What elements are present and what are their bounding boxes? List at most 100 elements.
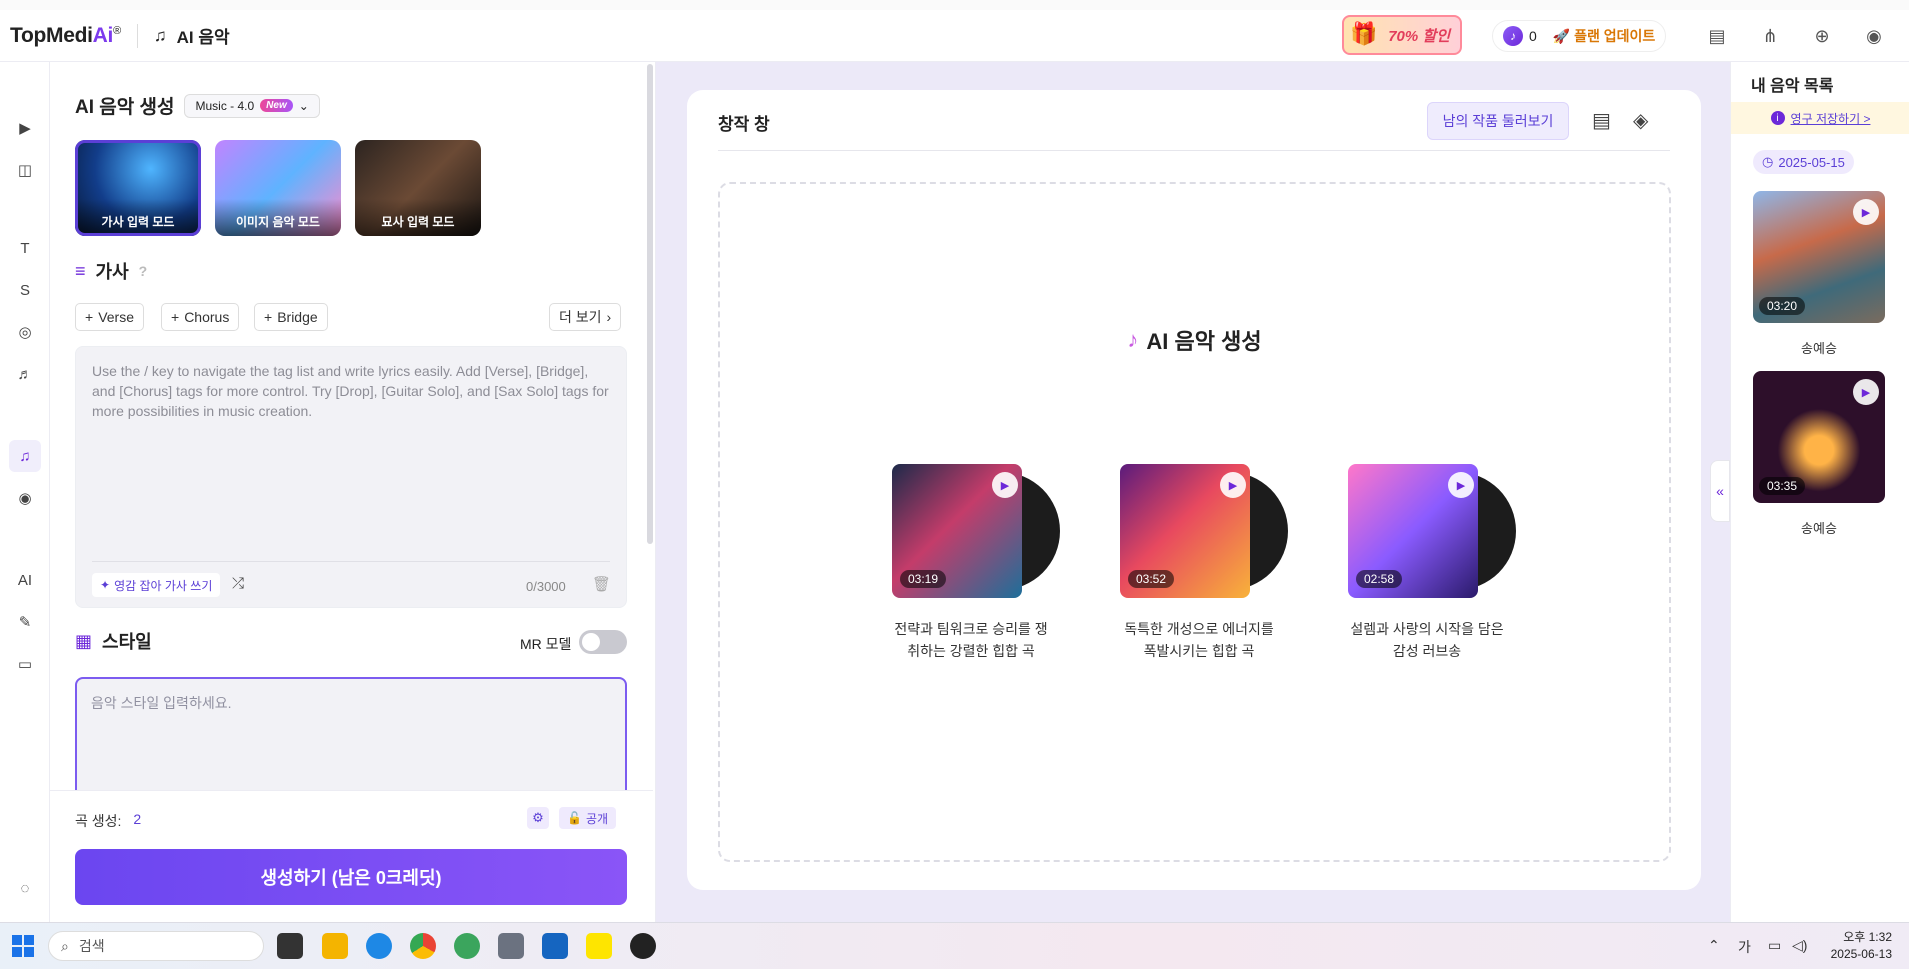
trash-icon[interactable]: 🗑 <box>592 575 611 593</box>
section-header: AI 음악 생성 Music - 4.0 New ⌄ <box>75 92 320 119</box>
ime-indicator[interactable]: 가 <box>1738 937 1751 957</box>
result-placeholder: ♪ AI 음악 생성 ▶ 03:19 전략과 팀워크로 승리를 쟁취하는 강렬한… <box>718 182 1671 862</box>
add-bridge-button[interactable]: + Bridge <box>254 303 328 331</box>
shuffle-icon[interactable]: ⤮ <box>232 575 244 592</box>
hero-label: AI 음악 생성 <box>1146 329 1262 354</box>
video-edit-icon[interactable]: ◫ <box>9 154 41 186</box>
chevron-up-icon[interactable]: ⌃ <box>1708 937 1720 954</box>
model-select[interactable]: Music - 4.0 New ⌄ <box>184 93 320 118</box>
sample-art: ▶ 03:52 <box>1120 464 1288 598</box>
add-verse-button[interactable]: + Verse <box>75 303 144 331</box>
chrome-icon[interactable] <box>410 933 436 959</box>
file-explorer-icon[interactable] <box>322 933 348 959</box>
collapse-panel-button[interactable]: « <box>1710 460 1730 522</box>
text-to-speech-icon[interactable]: T <box>9 232 41 264</box>
network-icon[interactable]: ▭ <box>1768 937 1781 954</box>
style-title: 스타일 <box>102 632 152 652</box>
sample-card[interactable]: ▶ 03:19 전략과 팀워크로 승리를 쟁취하는 강렬한 힙합 곡 <box>892 464 1060 662</box>
lyrics-placeholder: Use the / key to navigate the tag list a… <box>92 363 609 419</box>
creation-card: 창작 창 남의 작품 둘러보기 ▤ ◈ ♪ AI 음악 생성 ▶ 03:19 전… <box>687 90 1701 890</box>
upgrade-plan-button[interactable]: 🚀 플랜 업데이트 <box>1553 26 1656 46</box>
folder-icon[interactable]: ▭ <box>9 648 41 680</box>
track-name: 송예승 <box>1801 521 1837 536</box>
globe-icon[interactable]: ⊕ <box>1810 24 1834 48</box>
media-player-icon[interactable] <box>630 933 656 959</box>
mode-lyrics[interactable]: 가사 입력 모드 <box>75 140 201 236</box>
play-icon[interactable]: ▶ <box>1853 199 1879 225</box>
sample-cover: ▶ 03:19 <box>892 464 1022 598</box>
generate-button[interactable]: 생성하기 (남은 0크레딧) <box>75 849 627 905</box>
info-icon: i <box>1770 111 1785 125</box>
mode-description[interactable]: 묘사 입력 모드 <box>355 140 481 236</box>
edge-icon[interactable] <box>366 933 392 959</box>
mr-model-toggle[interactable] <box>579 630 627 654</box>
audio-icon[interactable]: ◎ <box>9 316 41 348</box>
left-nav-rail: ▶ ◫ T S ◎ ♬ ♫ ◉ AI ✎ ▭ ◌ <box>0 62 50 922</box>
lyrics-header: ≡ 가사 ? <box>75 258 147 284</box>
song-count-label: 곡 생성: <box>75 813 122 829</box>
sample-card[interactable]: ▶ 03:52 독특한 개성으로 에너지를 폭발시키는 힙합 곡 <box>1120 464 1288 662</box>
discount-promo-button[interactable]: 🎁 70% 할인 <box>1342 15 1462 55</box>
discord-icon[interactable]: ◈ <box>1633 108 1648 133</box>
play-icon[interactable]: ▶ <box>1853 379 1879 405</box>
browse-others-button[interactable]: 남의 작품 둘러보기 <box>1427 102 1569 140</box>
chat-icon[interactable]: ◌ <box>9 872 41 904</box>
promo-label: 70% 할인 <box>1388 27 1450 45</box>
taskbar-clock[interactable]: 오후 1:32 2025-06-13 <box>1826 929 1892 963</box>
credits-pill: ♪ 0 🚀 플랜 업데이트 <box>1492 20 1667 52</box>
sample-art: ▶ 02:58 <box>1348 464 1516 598</box>
windows-start-icon[interactable] <box>12 935 34 957</box>
music-icon[interactable]: ♫ <box>9 440 41 472</box>
kakaotalk-icon[interactable] <box>586 933 612 959</box>
brush-icon[interactable]: ✎ <box>9 606 41 638</box>
track-thumbnail[interactable]: ▶ 03:35 <box>1753 371 1885 503</box>
save-permanently-link[interactable]: i 영구 저장하기 > <box>1731 102 1909 134</box>
app-title: ♫ AI 음악 <box>154 23 230 48</box>
duration-badge: 03:19 <box>900 570 947 588</box>
app-title-label: AI 음악 <box>176 28 230 47</box>
public-toggle-button[interactable]: 🔓 공개 <box>559 807 617 829</box>
share-icon[interactable]: ⋔ <box>1758 24 1782 48</box>
help-icon[interactable]: ? <box>139 263 148 279</box>
ai-icon[interactable]: AI <box>9 564 41 596</box>
vocal-icon[interactable]: ♬ <box>9 358 41 390</box>
app-logo[interactable]: TopMediAi® <box>10 24 121 48</box>
track-thumbnail[interactable]: ▶ 03:20 <box>1753 191 1885 323</box>
style-input[interactable]: 음악 스타일 입력하세요. <box>75 677 627 790</box>
lyrics-title: 가사 <box>95 262 129 282</box>
mode-label: 묘사 입력 모드 <box>355 199 481 236</box>
settings-gear-button[interactable]: ⚙ <box>527 807 549 829</box>
play-icon[interactable]: ▶ <box>1220 472 1246 498</box>
play-icon[interactable]: ▶ <box>992 472 1018 498</box>
song-count: 곡 생성: 2 <box>75 811 141 831</box>
inspire-lyrics-button[interactable]: ✦ 영감 잡아 가사 쓰기 <box>92 573 221 597</box>
sample-card[interactable]: ▶ 02:58 설렘과 사랑의 시작을 담은 감성 러브송 <box>1348 464 1516 662</box>
style-placeholder: 음악 스타일 입력하세요. <box>91 695 232 711</box>
song-count-value[interactable]: 2 <box>133 811 141 831</box>
play-icon[interactable]: ▶ <box>1448 472 1474 498</box>
sample-list: ▶ 03:19 전략과 팀워크로 승리를 쟁취하는 강렬한 힙합 곡 ▶ 03:… <box>892 464 1516 662</box>
clock-icon: ◷ <box>1762 154 1774 169</box>
taskbar-search[interactable]: ⌕ 검색 <box>48 931 264 961</box>
globe-app-icon[interactable] <box>454 933 480 959</box>
voice-changer-icon[interactable]: S <box>9 274 41 306</box>
calculator-icon[interactable] <box>498 933 524 959</box>
panel-scrollbar[interactable] <box>647 64 653 544</box>
divider <box>92 561 610 562</box>
lyrics-input[interactable]: Use the / key to navigate the tag list a… <box>75 346 627 608</box>
calendar-icon[interactable]: ▤ <box>1705 24 1729 48</box>
notepad-icon[interactable] <box>542 933 568 959</box>
mode-label: 가사 입력 모드 <box>75 199 201 236</box>
creation-title: 창작 창 <box>718 115 770 134</box>
sample-art: ▶ 03:19 <box>892 464 1060 598</box>
task-view-icon[interactable] <box>277 933 303 959</box>
mode-image[interactable]: 이미지 음악 모드 <box>215 140 341 236</box>
history-icon[interactable]: ▤ <box>1592 108 1611 133</box>
volume-icon[interactable]: ◁) <box>1792 937 1807 954</box>
add-chorus-button[interactable]: + Chorus <box>161 303 240 331</box>
avatar[interactable]: ◉ <box>1862 24 1886 48</box>
more-tags-button[interactable]: 더 보기 › <box>549 303 622 331</box>
os-taskbar: ⌕ 검색 ⌃ 가 ▭ ◁) 오후 1:32 2025-06-13 <box>0 922 1909 969</box>
disc-icon[interactable]: ◉ <box>9 482 41 514</box>
video-icon[interactable]: ▶ <box>9 112 41 144</box>
